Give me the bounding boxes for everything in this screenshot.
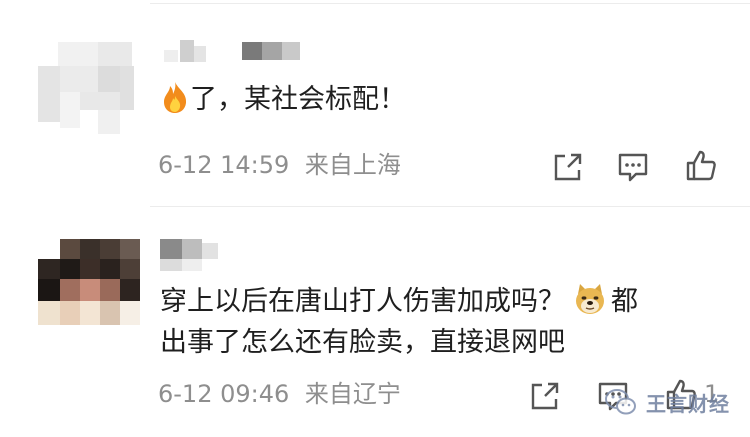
comment-text-body: 了，某社会标配！ <box>190 84 406 115</box>
watermark-text: 王言财经 <box>646 391 730 416</box>
share-button[interactable] <box>551 150 585 184</box>
location: 来自上海 <box>304 151 401 179</box>
comment-text: 穿上以后在唐山打人伤害加成吗？ 都 <box>160 282 638 326</box>
username-blurred[interactable] <box>160 239 230 279</box>
comment-text-body: 穿上以后在唐山打人伤害加成吗？ <box>160 286 565 317</box>
share-icon <box>531 382 559 410</box>
comment-item: 了，某社会标配！ 6-12 14:59 来自上海 <box>0 0 750 205</box>
reply-icon <box>618 153 648 182</box>
location: 来自辽宁 <box>304 380 401 408</box>
comment-meta: 6-12 09:46 来自辽宁 <box>158 379 401 409</box>
fire-emoji <box>160 80 190 124</box>
comment-text-line2: 出事了怎么还有脸卖，直接退网吧 <box>160 325 565 361</box>
watermark: 王言财经 <box>604 382 730 422</box>
comment-meta: 6-12 14:59 来自上海 <box>158 150 401 180</box>
doge-emoji <box>573 282 607 326</box>
wechat-logo <box>605 389 636 415</box>
like-button[interactable] <box>684 148 718 182</box>
avatar[interactable] <box>38 239 142 331</box>
timestamp: 6-12 14:59 <box>158 151 290 179</box>
timestamp: 6-12 09:46 <box>158 380 290 408</box>
reply-button[interactable] <box>616 150 650 184</box>
share-icon <box>554 153 582 181</box>
share-button[interactable] <box>528 379 562 413</box>
comment-text-suffix: 都 <box>611 286 638 317</box>
avatar[interactable] <box>38 38 138 138</box>
comment-text-body-2: 出事了怎么还有脸卖，直接退网吧 <box>160 327 565 358</box>
comment-text: 了，某社会标配！ <box>160 80 406 124</box>
username-blurred[interactable] <box>160 40 310 66</box>
thumbs-up-icon <box>686 150 716 181</box>
